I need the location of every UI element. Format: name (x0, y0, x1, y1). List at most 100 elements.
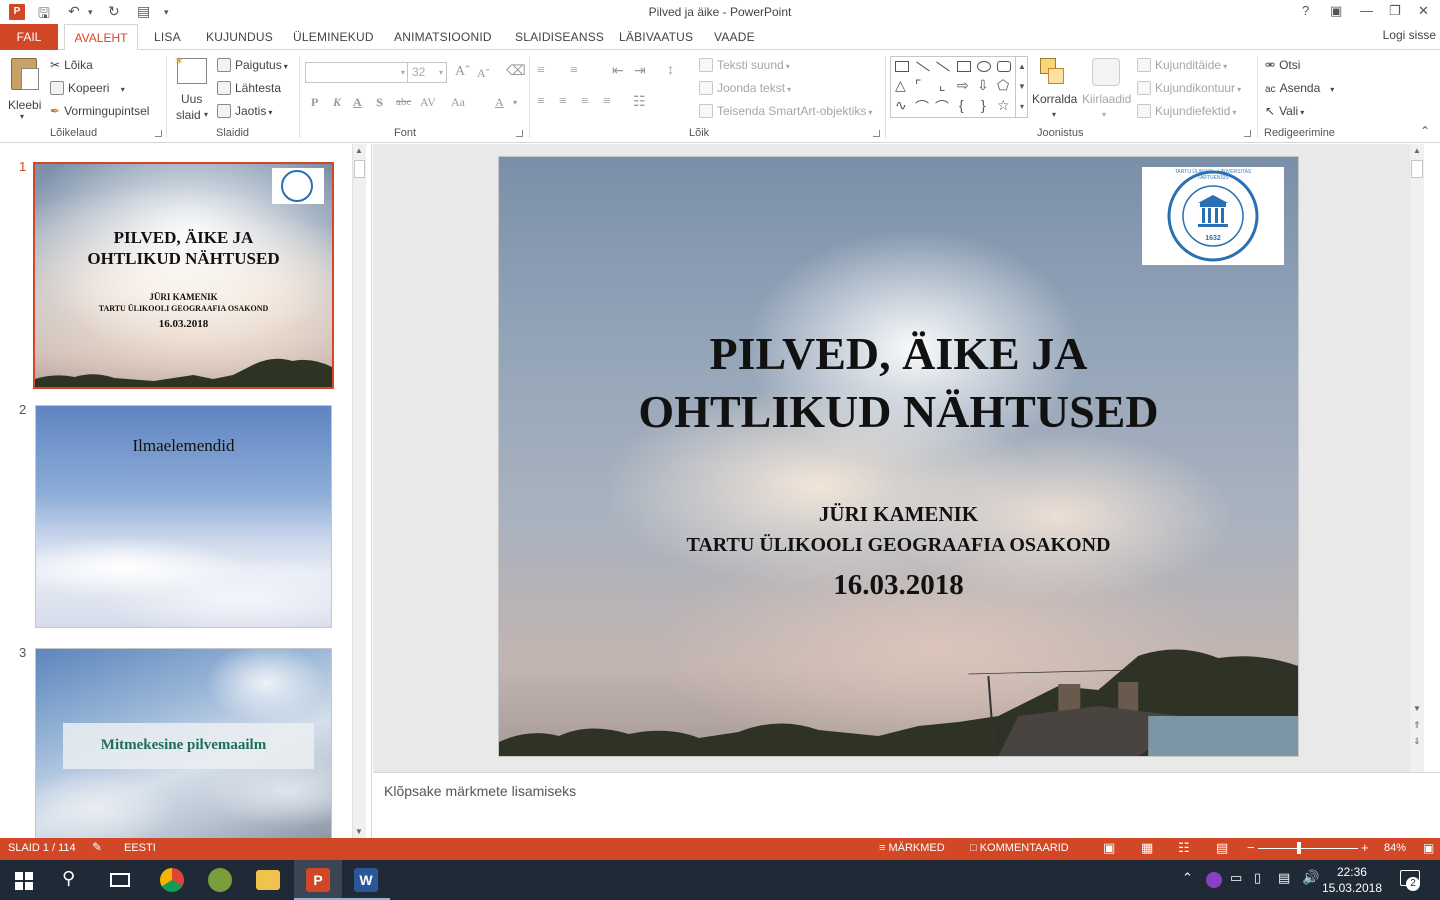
font-launcher-icon[interactable] (516, 130, 523, 137)
replace-button[interactable]: ac Asenda ▾ (1265, 81, 1334, 95)
word-taskbar-icon[interactable]: W (354, 868, 378, 892)
windows-start-icon[interactable] (15, 872, 33, 890)
find-button[interactable]: ⚮ Otsi (1265, 58, 1300, 72)
section-button[interactable]: Jaotis ▾ (217, 104, 272, 118)
star-shape-icon[interactable]: ☆ (997, 97, 1010, 114)
paste-button[interactable]: Kleebi ▾ (6, 56, 44, 121)
minimize-icon[interactable]: — (1360, 3, 1373, 18)
comments-toggle[interactable]: □ KOMMENTAARID (970, 842, 1069, 854)
notes-pane[interactable]: Klõpsake märkmete lisamiseks (373, 772, 1440, 838)
powerpoint-taskbar-icon[interactable]: P (306, 868, 330, 892)
change-case-button[interactable]: Aa (451, 95, 465, 110)
scroll-up-icon[interactable]: ▲ (355, 146, 363, 155)
network-icon[interactable]: ▤ (1278, 870, 1290, 886)
previous-slide-icon[interactable]: ⇑ (1413, 720, 1421, 731)
usb-icon[interactable]: ▯ (1254, 870, 1261, 886)
slide-organization[interactable]: TARTU ÜLIKOOLI GEOGRAAFIA OSAKOND (499, 534, 1298, 557)
arrow-shape-icon[interactable] (936, 61, 950, 72)
drawing-launcher-icon[interactable] (1244, 130, 1251, 137)
chrome-icon[interactable] (160, 868, 184, 892)
bullets-icon[interactable]: ≡ (537, 63, 545, 79)
clear-formatting-icon[interactable]: ⌫ (506, 63, 526, 80)
tab-view[interactable]: VAADE (714, 30, 755, 44)
numbering-icon[interactable]: ≡ (570, 63, 578, 79)
quick-styles-button[interactable]: Kiirlaadid ▾ (1080, 56, 1132, 122)
curve-shape-icon[interactable]: ⌒ (915, 97, 929, 117)
underline-button[interactable]: A (353, 95, 362, 110)
slide-title-line1[interactable]: PILVED, ÄIKE JA (499, 327, 1298, 380)
align-text-button[interactable]: Joonda tekst ▾ (699, 81, 791, 95)
font-size-input[interactable]: 32 ▾ (407, 62, 447, 83)
down-arrow-shape-icon[interactable]: ⇩ (977, 77, 989, 94)
align-center-icon[interactable]: ≡ (559, 94, 567, 110)
elbow-shape-icon[interactable]: ⌞ (939, 77, 946, 94)
tab-home[interactable]: AVALEHT (64, 24, 138, 51)
arc-shape-icon[interactable]: ⌒ (935, 97, 949, 117)
right-arrow-shape-icon[interactable]: ⇨ (957, 77, 969, 94)
slide-scrollbar[interactable]: ▲ ▼ ⇑ ⇓ (1410, 144, 1424, 772)
rectangle-shape-icon[interactable] (957, 61, 971, 72)
oval-shape-icon[interactable] (977, 61, 991, 72)
zoom-out-icon[interactable]: − (1247, 840, 1255, 855)
tab-slideshow[interactable]: SLAIDISEANSS (515, 30, 604, 44)
next-slide-icon[interactable]: ⇓ (1413, 736, 1421, 747)
tab-design[interactable]: KUJUNDUS (206, 30, 273, 44)
thumbnails-scrollbar[interactable]: ▲ ▼ (352, 144, 366, 838)
notes-placeholder[interactable]: Klõpsake märkmete lisamiseks (384, 783, 576, 799)
current-slide[interactable]: TARTU ÜLIKOOL · UNIVERSITAS TARTUENSIS 1… (498, 156, 1299, 757)
clipboard-launcher-icon[interactable] (155, 130, 162, 137)
slide-author[interactable]: JÜRI KAMENIK (499, 502, 1298, 527)
battery-icon[interactable]: ▭ (1230, 870, 1242, 886)
shape-fill-button[interactable]: Kujunditäide ▾ (1137, 58, 1227, 72)
new-slide-button[interactable]: ✶ Uus slaid ▾ (174, 54, 210, 122)
task-view-icon[interactable] (110, 873, 130, 887)
font-color-button[interactable]: A (495, 95, 504, 110)
slideshow-view-icon[interactable]: ▤ (1216, 840, 1228, 856)
restore-icon[interactable]: ❐ (1389, 3, 1401, 19)
columns-icon[interactable]: ☷ (633, 94, 646, 111)
shape-outline-button[interactable]: Kujundikontuur ▾ (1137, 81, 1241, 95)
shadow-button[interactable]: S (376, 95, 383, 110)
line-shape-icon[interactable] (916, 61, 930, 72)
format-painter-button[interactable]: ✒ Vormingupintsel (50, 104, 149, 118)
freeform-shape-icon[interactable]: ∿ (895, 97, 907, 114)
flowchart-shape-icon[interactable]: ⬠ (997, 77, 1009, 94)
smartart-button[interactable]: Teisenda SmartArt-objektiks ▾ (699, 104, 872, 118)
shrink-font-icon[interactable]: Aˇ (477, 66, 490, 81)
system-clock[interactable]: 22:36 15.03.2018 (1322, 864, 1382, 896)
fit-slide-icon[interactable]: ▣ (1423, 841, 1434, 855)
grow-font-icon[interactable]: Aˆ (455, 64, 470, 80)
align-right-icon[interactable]: ≡ (581, 94, 589, 110)
tab-review[interactable]: LÄBIVAATUS (619, 30, 693, 44)
reading-view-icon[interactable]: ☷ (1178, 840, 1190, 856)
slide-title-line2[interactable]: OHTLIKUD NÄHTUSED (499, 385, 1298, 438)
tab-transitions[interactable]: ÜLEMINEKUD (293, 30, 374, 44)
help-button[interactable]: ? (1302, 3, 1309, 18)
paint-icon[interactable] (208, 868, 232, 892)
triangle-shape-icon[interactable]: △ (895, 77, 906, 94)
textbox-shape-icon[interactable] (895, 61, 909, 72)
tab-file[interactable]: FAIL (0, 24, 58, 50)
zoom-slider[interactable] (1258, 842, 1358, 854)
shapes-gallery[interactable]: △ ⌜ ⌞ ⇨ ⇩ ⬠ ∿ ⌒ ⌒ { } ☆ ▲ ▼ ▾ (890, 56, 1028, 118)
zoom-slider-thumb[interactable] (1297, 842, 1302, 854)
left-brace-shape-icon[interactable]: { (959, 97, 964, 113)
tab-insert[interactable]: LISA (154, 30, 181, 44)
notes-toggle[interactable]: ≡ MÄRKMED (879, 842, 945, 854)
line-spacing-icon[interactable]: ↕ (667, 63, 674, 79)
ribbon-display-icon[interactable]: ▣ (1330, 3, 1342, 19)
text-direction-button[interactable]: Teksti suund ▾ (699, 58, 790, 72)
connector-shape-icon[interactable]: ⌜ (915, 77, 922, 94)
scroll-down-icon[interactable]: ▼ (1413, 704, 1421, 713)
rounded-rectangle-shape-icon[interactable] (997, 61, 1011, 72)
scroll-down-icon[interactable]: ▼ (355, 827, 363, 836)
italic-button[interactable]: K (333, 95, 341, 110)
normal-view-icon[interactable]: ▣ (1103, 840, 1115, 856)
font-color-dropdown-icon[interactable]: ▾ (513, 98, 517, 107)
zoom-in-icon[interactable]: + (1361, 840, 1369, 855)
arrange-button[interactable]: Korralda ▾ (1032, 56, 1078, 122)
search-icon[interactable]: ⚲ (62, 868, 75, 889)
zoom-level[interactable]: 84% (1384, 842, 1406, 854)
reset-button[interactable]: Lähtesta (217, 81, 281, 95)
slide-thumbnail-1[interactable]: PILVED, ÄIKE JA OHTLIKUD NÄHTUSED JÜRI K… (33, 162, 334, 389)
